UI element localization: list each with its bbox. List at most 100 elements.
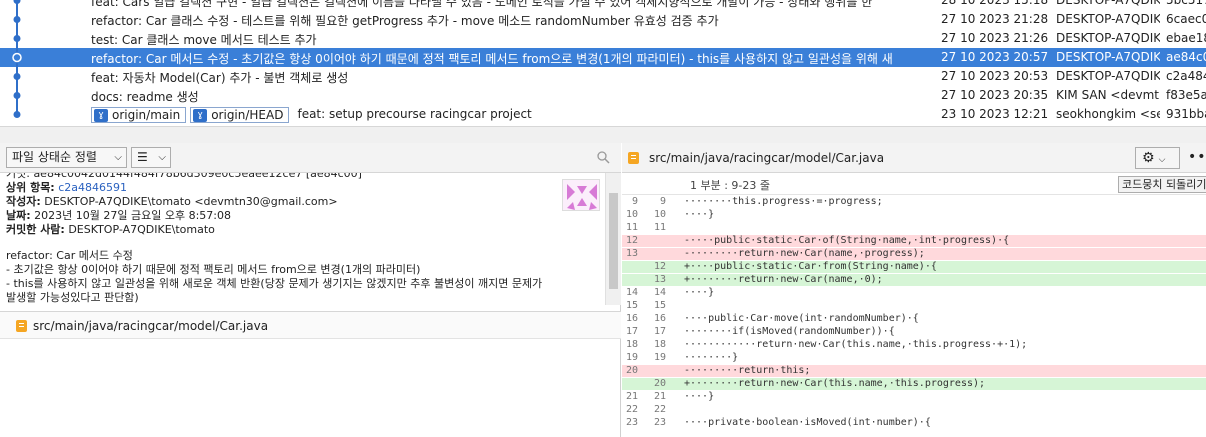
commit-node <box>13 35 21 42</box>
diff-line: 18 18 ············return·new·Car(this.name… <box>622 339 1206 351</box>
commit-message: feat: 자동차 Model(Car) 추가 - 불변 객체로 생성 <box>91 71 349 85</box>
branch-tag[interactable]: ɣ origin/HEAD <box>190 107 290 123</box>
modified-file-icon <box>16 320 27 332</box>
diff-line: 19 19 ········} <box>622 352 1206 364</box>
branch-icon: ɣ <box>94 109 108 122</box>
commit-hash: ae84c0 <box>1166 50 1206 64</box>
diff-line: 23 23 ····private·boolean·isMoved(int·numb… <box>622 417 1206 429</box>
branch-tag-label: origin/main <box>112 108 181 122</box>
details-scrollbar[interactable] <box>605 173 621 305</box>
commit-author: DESKTOP-A7QDIKE <box>1056 12 1160 26</box>
diff-pane: src/main/java/racingcar/model/Car.java ⚙… <box>622 143 1206 437</box>
new-line-number: 21 <box>653 391 666 402</box>
more-icon[interactable]: ••• <box>1188 149 1206 165</box>
commit-author: seokhongkim <sec <box>1056 107 1160 121</box>
hunk-label: 1 부분 : 9-23 줄 <box>690 179 771 192</box>
diff-toolbar: src/main/java/racingcar/model/Car.java ⚙… <box>622 143 1206 173</box>
view-mode-dropdown[interactable]: ☰ ⌵ <box>131 147 171 168</box>
pane-splitter[interactable] <box>0 126 1206 143</box>
sourcetree-window: feat: Cars 일급 컬렉션 구현 - 일급 컬렉션은 컬렉션에 이름을 … <box>0 0 1206 437</box>
commit-row[interactable]: ɣ origin/main ɣ origin/HEAD feat: setup prec… <box>0 105 1206 124</box>
commit-row[interactable]: feat: 자동차 Model(Car) 추가 - 불변 객체로 생성 27 10… <box>0 67 1206 86</box>
new-line-number: 20 <box>653 378 666 389</box>
new-line-number: 9 <box>659 196 666 207</box>
diff-code-text: -········return·this; <box>684 365 811 376</box>
gear-icon: ⚙ <box>1142 150 1155 166</box>
commit-message: ɣ origin/main ɣ origin/HEAD feat: setup prec… <box>91 107 931 123</box>
diff-code-text: ····public·Car·move(int·randomNumber)·{ <box>684 313 919 324</box>
branch-tag-label: origin/HEAD <box>211 108 284 122</box>
search-icon[interactable] <box>597 151 610 164</box>
new-line-number: 16 <box>653 313 666 324</box>
committer-label: 커밋한 사람: <box>6 223 65 236</box>
message-line: refactor: Car 메서드 수정 <box>6 249 133 262</box>
new-line-number: 19 <box>653 352 666 363</box>
commit-date: 27 10 2023 21:28 <box>941 12 1049 26</box>
commit-author: KIM SAN <devmtn <box>1056 88 1160 102</box>
old-line-number: 22 <box>625 404 638 415</box>
commit-hash-line: 커밋: ae84c0042d0144f484f78b6d309e0c5eaee1… <box>6 173 362 180</box>
commit-row[interactable]: feat: Cars 일급 컬렉션 구현 - 일급 컬렉션은 컬렉션에 이름을 … <box>0 0 1206 10</box>
parent-line: 상위 항목: c2a4846591 <box>6 181 599 195</box>
diff-code-text: ····private·boolean·isMoved(int·number)·… <box>684 417 931 428</box>
commit-detail-pane: 파일 상태순 정렬 ⌵ ☰ ⌵ 커밋: ae84c0042d0144f484f7… <box>0 143 621 437</box>
commit-row[interactable]: docs: readme 생성 27 10 2023 20:35 KIM SAN <… <box>0 86 1206 105</box>
new-line-number: 17 <box>653 326 666 337</box>
diff-line: 14 14 ····} <box>622 287 1206 299</box>
diff-line: 12 +····public·static·Car·from(String·nam… <box>622 261 1206 273</box>
new-line-number: 14 <box>653 287 666 298</box>
diff-line: 20 -········return·this; <box>622 365 1206 377</box>
diff-code-text: -····public·static·Car·of(String·name,·i… <box>684 235 1010 246</box>
commit-node <box>13 16 21 23</box>
commit-hash: ebae18 <box>1166 31 1206 45</box>
message-line: 발생할 가능성있다고 판단함) <box>6 291 139 304</box>
old-line-number: 20 <box>625 365 638 376</box>
avatar <box>562 179 600 211</box>
diff-options-button[interactable]: ⚙ ⌵ <box>1135 147 1180 169</box>
new-line-number: 11 <box>653 222 666 233</box>
sort-dropdown-label: 파일 상태순 정렬 <box>12 150 97 164</box>
commit-date: 27 10 2023 20:57 <box>941 50 1049 64</box>
diff-line: 21 21 ····} <box>622 391 1206 403</box>
new-line-number: 13 <box>653 274 666 285</box>
diff-code: 9 9 ········this.progress·=·progress; 10 10 ·… <box>622 196 1206 437</box>
old-line-number: 10 <box>625 209 638 220</box>
diff-code-text: ········} <box>684 352 739 363</box>
old-line-number: 16 <box>625 313 638 324</box>
diff-code-text: +········return·new·Car(this.name,·this.… <box>684 378 986 389</box>
old-line-number: 23 <box>625 417 638 428</box>
diff-line: 15 15 <box>622 300 1206 312</box>
date-line: 날짜: 2023년 10월 27일 금요일 오후 8:57:08 <box>6 209 599 223</box>
changed-file-item[interactable]: src/main/java/racingcar/model/Car.java <box>0 311 621 339</box>
list-icon: ☰ <box>137 150 148 164</box>
diff-line: 11 11 <box>622 222 1206 234</box>
commit-hash: 931bba <box>1166 107 1206 121</box>
chevron-down-icon: ⌵ <box>158 152 166 163</box>
diff-line: 20 +········return·new·Car(this.name,·thi… <box>622 378 1206 390</box>
commit-row[interactable]: refactor: Car 메서드 수정 - 초기값은 항상 0이어야 하기 때… <box>0 48 1206 67</box>
commit-date: 27 10 2023 20:35 <box>941 88 1049 102</box>
parent-link[interactable]: c2a4846591 <box>58 181 127 194</box>
new-line-number: 15 <box>653 300 666 311</box>
commit-author: DESKTOP-A7QDIKE <box>1056 0 1160 7</box>
commit-node <box>12 52 22 63</box>
commit-message: test: Car 클래스 move 메서드 테스트 추가 <box>91 33 317 47</box>
scrollbar-thumb[interactable] <box>609 193 618 289</box>
diff-code-text: ············return·new·Car(this.name,·th… <box>684 339 1028 350</box>
committer-value: DESKTOP-A7QDIKE\tomato <box>68 223 215 236</box>
new-line-number: 10 <box>653 209 666 220</box>
old-line-number: 21 <box>625 391 638 402</box>
commit-date: 28 10 2023 15:18 <box>941 0 1049 7</box>
commit-row[interactable]: test: Car 클래스 move 메서드 테스트 추가 27 10 2023 … <box>0 29 1206 48</box>
committer-line: 커밋한 사람: DESKTOP-A7QDIKE\tomato <box>6 223 599 237</box>
commit-row[interactable]: refactor: Car 클래스 수정 - 테스트를 위해 필요한 getPr… <box>0 10 1206 29</box>
commit-date: 23 10 2023 12:21 <box>941 107 1049 121</box>
commit-hash: 6caec0 <box>1166 12 1206 26</box>
commit-author: DESKTOP-A7QDIKE <box>1056 69 1160 83</box>
branch-tag[interactable]: ɣ origin/main <box>91 107 187 123</box>
commit-date: 27 10 2023 21:26 <box>941 31 1049 45</box>
commit-node <box>13 0 21 4</box>
revert-hunk-button[interactable]: 코드뭉치 되돌리기 <box>1118 176 1206 193</box>
sort-dropdown[interactable]: 파일 상태순 정렬 ⌵ <box>6 147 127 168</box>
